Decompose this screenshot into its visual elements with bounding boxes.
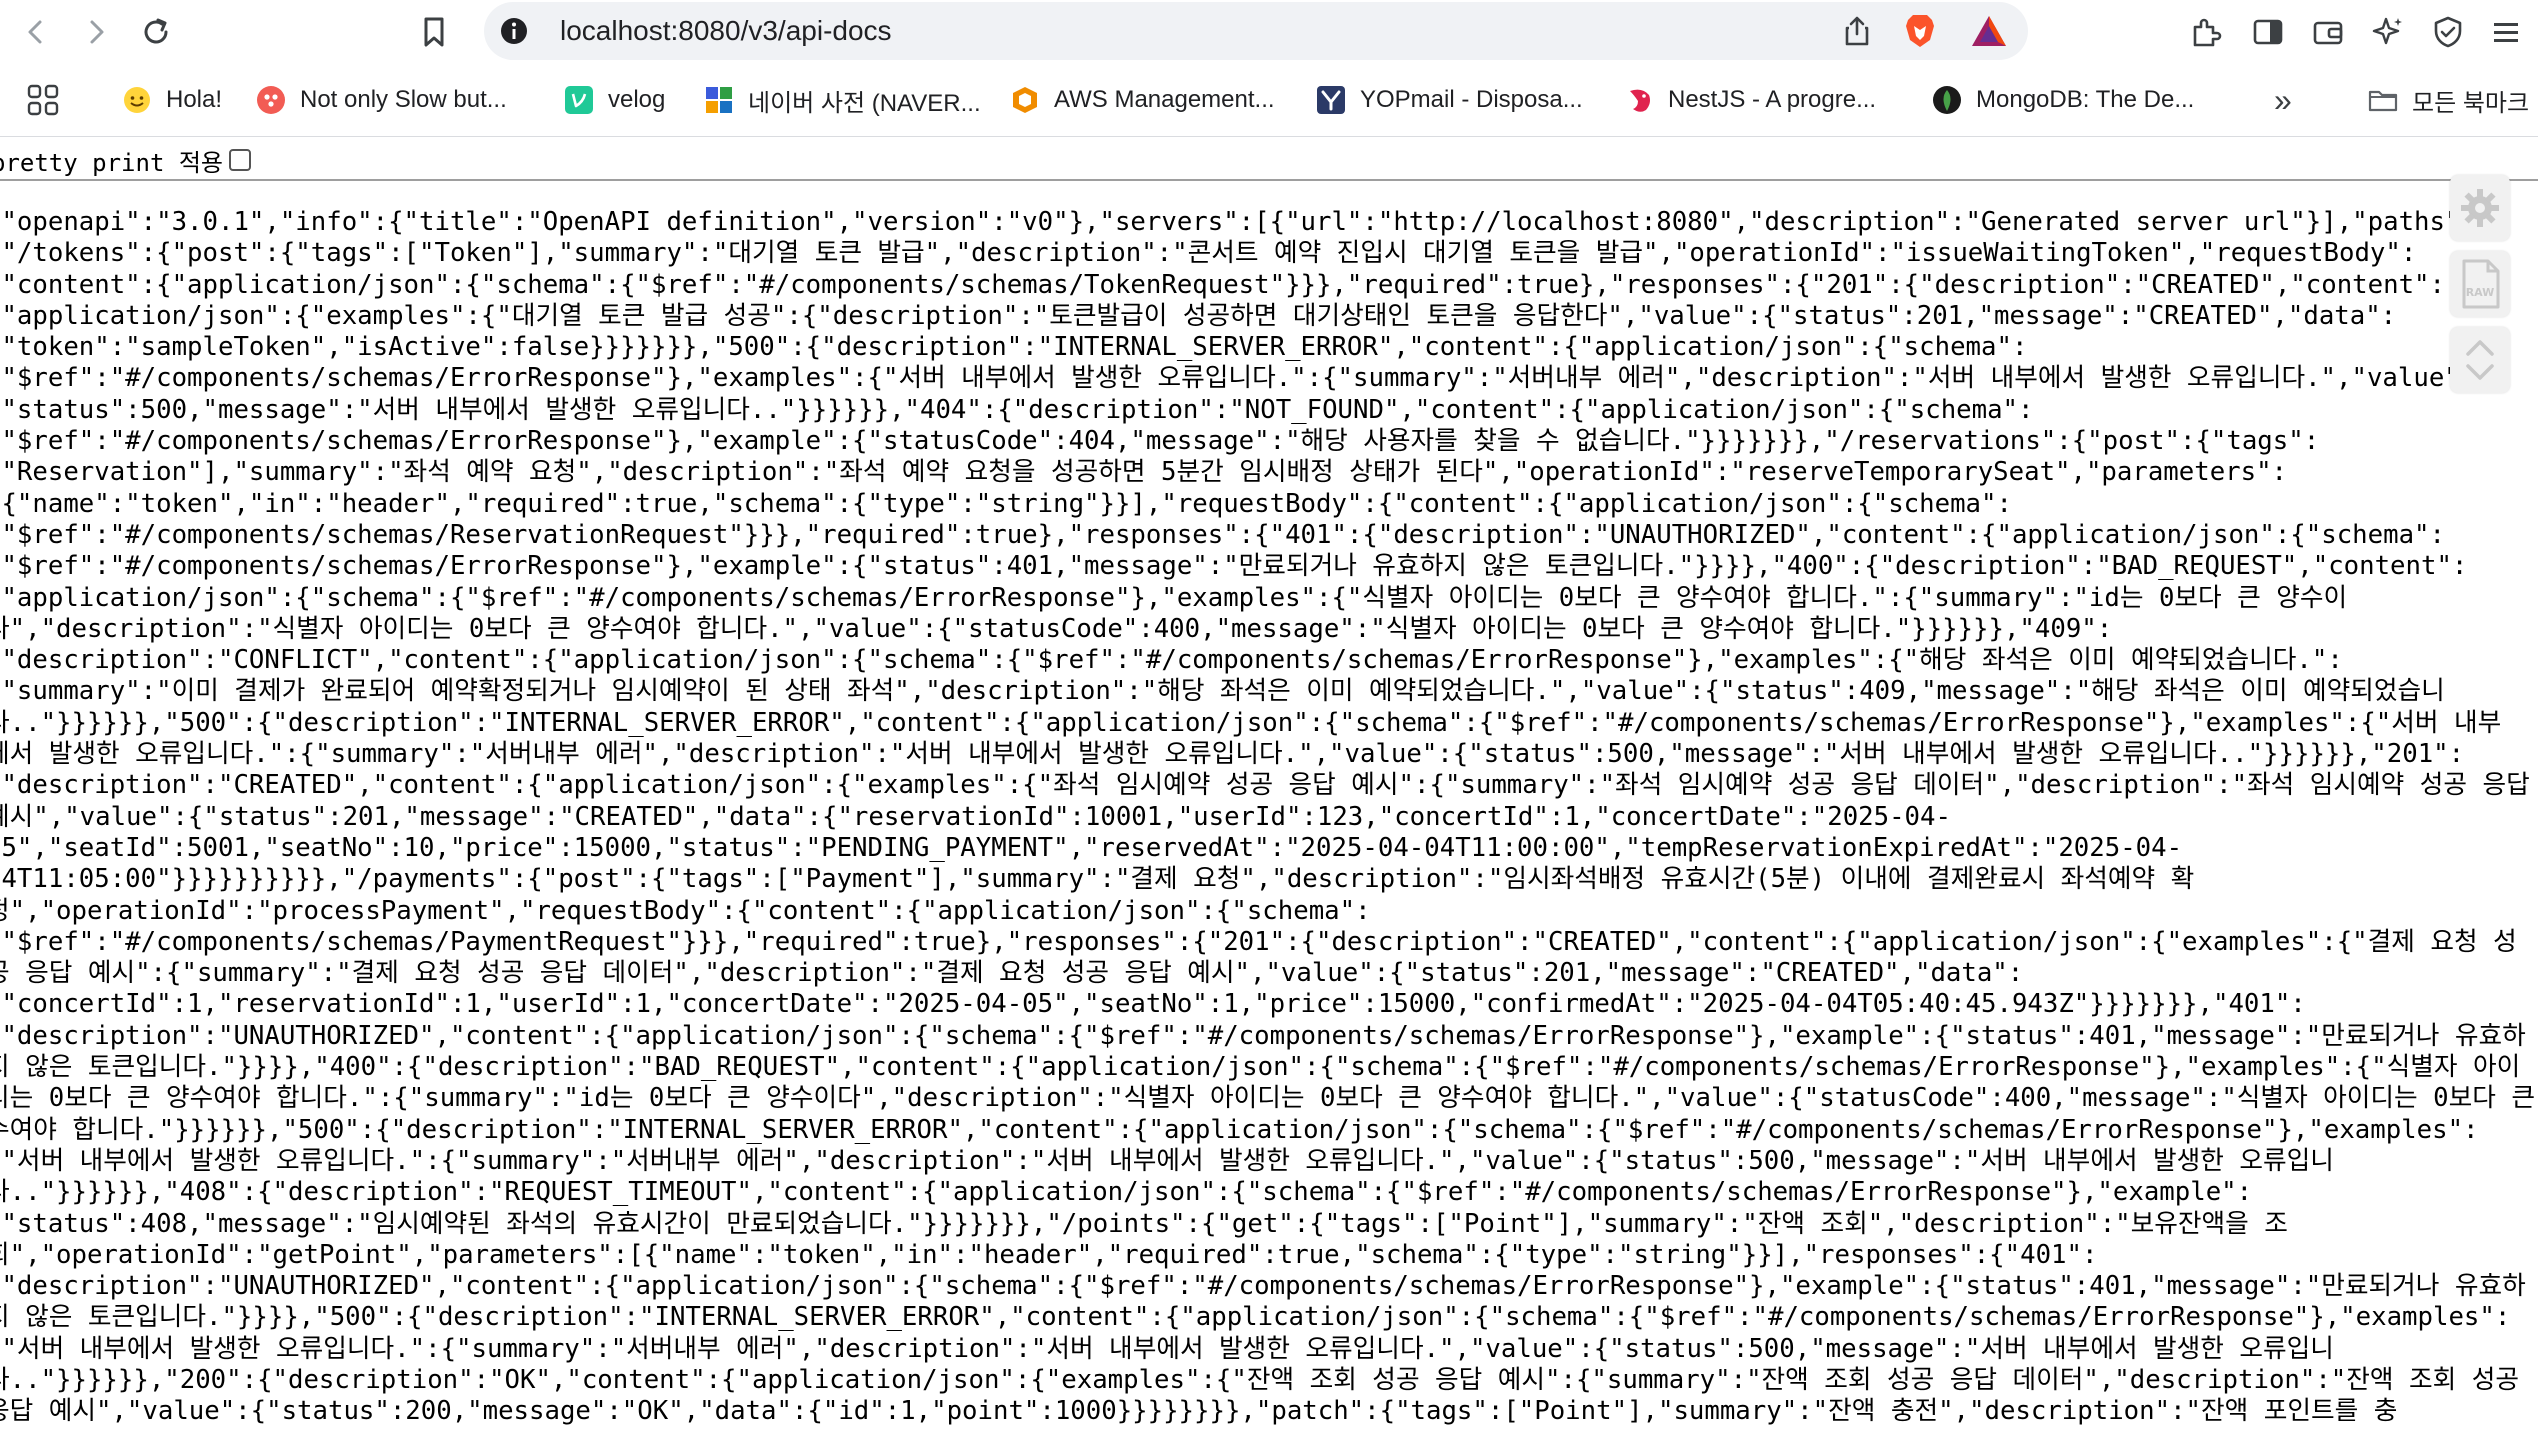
url-text[interactable]: localhost:8080/v3/api-docs <box>560 2 892 60</box>
json-line: {"description":"CONFLICT","content":{"ap… <box>0 645 2343 676</box>
json-line: {"status":408,"message":"임시예약된 좌석의 유효시간이… <box>0 1208 2288 1239</box>
json-line: 예시","value":{"status":201,"message":"CRE… <box>0 801 1951 832</box>
json-line: 에서 발생한 오류입니다.":{"summary":"서버내부 에러","des… <box>0 739 2465 770</box>
json-line: 디는 0보다 큰 양수여야 합니다.":{"summary":"id는 0보다 … <box>0 1083 2538 1114</box>
json-line: 다.."}}}}}},"500":{"description":"INTERNA… <box>0 707 2502 738</box>
json-line: {"$ref":"#/components/schemas/PaymentReq… <box>0 926 2517 957</box>
json-line: {"concertId":1,"reservationId":1,"userId… <box>0 989 2306 1020</box>
share-icon[interactable] <box>1840 14 1874 48</box>
json-line: 지 않은 토큰입니다."}}}},"500":{"description":"I… <box>0 1302 2511 1333</box>
page-content: pretty print 적용 {"openapi":"3.0.1","info… <box>0 137 2538 1446</box>
json-line: [{"name":"token","in":"header","required… <box>0 488 2012 519</box>
brave-shields-icon[interactable] <box>1902 12 1938 50</box>
browser-toolbar: localhost:8080/v3/api-docs <box>0 0 2538 64</box>
json-line: {"description":"UNAUTHORIZED","content":… <box>0 1020 2526 1051</box>
svg-text:RAW: RAW <box>2466 286 2495 299</box>
json-line: {"description":"CREATED","content":{"app… <box>0 770 2530 801</box>
all-bookmarks-folder[interactable]: 모든 북마크 <box>2368 82 2529 118</box>
sidebar-toggle-icon[interactable] <box>2248 12 2288 52</box>
json-line: {"$ref":"#/components/schemas/ErrorRespo… <box>0 363 2476 394</box>
vpn-shield-icon[interactable] <box>2428 12 2468 52</box>
json-line: 응답 예시","value":{"status":200,"message":"… <box>0 1396 2398 1427</box>
leo-ai-icon[interactable] <box>2368 12 2408 52</box>
apps-grid-icon <box>27 84 59 116</box>
hola-icon <box>124 87 150 113</box>
bookmarks-bar: Hola! Not only Slow but... velog 네이버 사전 … <box>0 64 2538 137</box>
json-line: 지 않은 토큰입니다."}}}},"400":{"description":"B… <box>0 1052 2521 1083</box>
forward-arrow-icon <box>90 20 104 44</box>
mongodb-icon <box>1933 86 1961 114</box>
pretty-print-label: pretty print 적용 <box>0 148 223 177</box>
back-arrow-icon <box>28 20 42 44</box>
json-line: 다","description":"식별자 아이디는 0보다 큰 양수여야 합니… <box>0 613 2113 644</box>
json-line: {"content":{"application/json":{"schema"… <box>0 269 2445 300</box>
json-line: {"summary":"이미 결제가 완료되어 예약확정되거나 임시예약이 된 … <box>0 676 2445 707</box>
apps-button[interactable] <box>26 82 60 118</box>
settings-button[interactable] <box>2450 175 2510 241</box>
pretty-print-checkbox[interactable] <box>229 149 251 171</box>
json-line: {"$ref":"#/components/schemas/ErrorRespo… <box>0 426 2320 457</box>
back-button[interactable] <box>16 12 56 52</box>
json-line: {"/tokens":{"post":{"tags":["Token"],"su… <box>0 238 2417 269</box>
naver-dict-icon <box>706 87 732 113</box>
json-line: {"application/json":{"schema":{"$ref":"#… <box>0 582 2348 613</box>
json-line: {"description":"UNAUTHORIZED","content":… <box>0 1271 2526 1302</box>
json-line: {"$ref":"#/components/schemas/ErrorRespo… <box>0 551 2468 582</box>
chevron-double-right-icon: » <box>2274 81 2292 118</box>
bookmark-page-button[interactable] <box>414 12 454 52</box>
json-line: {"application/json":{"examples":{"대기열 토큰… <box>0 300 2397 331</box>
bookmark-item[interactable]: Hola! <box>122 82 222 118</box>
json-line: 회","operationId":"getPoint","parameters"… <box>0 1239 2098 1270</box>
json-line: 정","operationId":"processPayment","reque… <box>0 895 1371 926</box>
json-line: {"status":500,"message":"서버 내부에서 발생한 오류입… <box>0 394 2034 425</box>
json-line: {"token":"sampleToken","isActive":false}… <box>0 332 2028 363</box>
collapse-toggle-button[interactable] <box>2450 327 2510 393</box>
json-line: 04T11:05:00"}}}}}}}}}},"/payments":{"pos… <box>0 864 2195 895</box>
velog-icon <box>565 86 593 114</box>
address-bar[interactable]: localhost:8080/v3/api-docs <box>484 2 2028 60</box>
raw-json-text: {"openapi":"3.0.1","info":{"title":"Open… <box>0 207 2538 1428</box>
menu-icon[interactable] <box>2486 12 2526 52</box>
json-line: 수여야 합니다."}}}}}},"500":{"description":"IN… <box>0 1114 2479 1145</box>
gear-icon <box>2461 189 2499 227</box>
bookmark-item[interactable]: Not only Slow but... <box>256 82 507 118</box>
json-line: {"$ref":"#/components/schemas/Reservatio… <box>0 519 2445 550</box>
aws-icon <box>1013 87 1037 113</box>
raw-view-button[interactable]: RAW <box>2450 251 2510 317</box>
json-line: 05","seatId":5001,"seatNo":10,"price":15… <box>0 832 2183 863</box>
bookmark-item[interactable]: YOPmail - Disposa... <box>1316 82 1583 118</box>
more-bookmarks-button[interactable]: » <box>2274 82 2292 118</box>
bookmark-item[interactable]: NestJS - A progre... <box>1624 82 1876 118</box>
json-line: {"openapi":"3.0.1","info":{"title":"Open… <box>0 207 2476 237</box>
chevron-up-down-icon <box>2466 340 2494 380</box>
red-favicon-icon <box>257 86 285 114</box>
bookmark-item[interactable]: 네이버 사전 (NAVER... <box>704 82 981 118</box>
site-info-icon[interactable] <box>498 15 530 47</box>
brave-rewards-icon[interactable] <box>1970 14 2008 48</box>
bookmark-item[interactable]: AWS Management... <box>1010 82 1275 118</box>
bookmark-item[interactable]: velog <box>564 82 665 118</box>
bookmark-icon <box>424 17 444 47</box>
json-line: 공 응답 예시":{"summary":"결제 요청 성공 응답 데이터","d… <box>0 958 2024 989</box>
json-line: ["Reservation"],"summary":"좌석 예약 요청","de… <box>0 457 2288 488</box>
divider <box>0 179 2538 181</box>
json-line: 다.."}}}}}},"408":{"description":"REQUEST… <box>0 1177 2253 1208</box>
reload-icon <box>144 18 168 44</box>
wallet-icon[interactable] <box>2308 12 2348 52</box>
nestjs-icon <box>1630 89 1650 112</box>
reload-button[interactable] <box>136 12 176 52</box>
json-line: 다.."}}}}}},"200":{"description":"OK","co… <box>0 1364 2519 1395</box>
forward-button[interactable] <box>76 12 116 52</box>
folder-icon <box>2368 90 2398 112</box>
json-line: {"서버 내부에서 발생한 오류입니다.":{"summary":"서버내부 에… <box>0 1333 2334 1364</box>
yopmail-icon <box>1317 86 1345 114</box>
pretty-print-control[interactable]: pretty print 적용 <box>0 143 251 177</box>
bookmark-item[interactable]: MongoDB: The De... <box>1932 82 2194 118</box>
json-line: {"서버 내부에서 발생한 오류입니다.":{"summary":"서버내부 에… <box>0 1145 2334 1176</box>
extensions-icon[interactable] <box>2186 12 2226 52</box>
raw-file-icon: RAW <box>2462 259 2500 309</box>
